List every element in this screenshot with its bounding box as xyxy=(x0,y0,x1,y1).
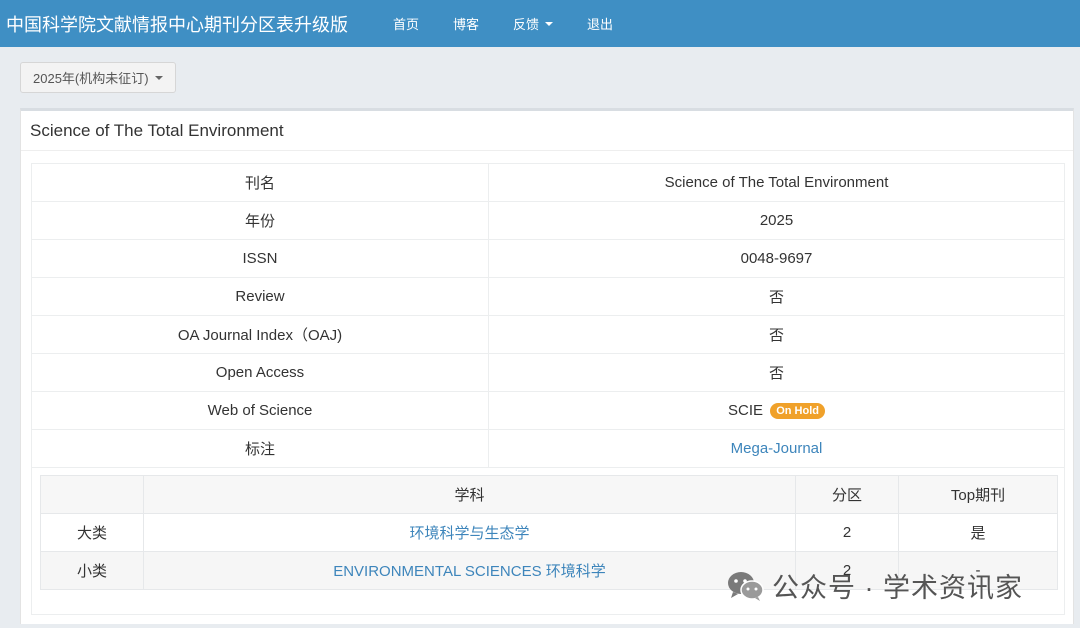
info-value: 否 xyxy=(488,277,1065,316)
nav-blog-label: 博客 xyxy=(453,17,480,32)
nav-logout-label: 退出 xyxy=(587,17,614,32)
info-value-cell: SCIE On Hold xyxy=(488,391,1065,430)
category-row: 大类 环境科学与生态学 2 是 xyxy=(40,513,1058,552)
category-subject-cell: ENVIRONMENTAL SCIENCES 环境科学 xyxy=(143,551,796,590)
info-value: 否 xyxy=(488,353,1065,392)
header-subject: 学科 xyxy=(143,475,796,514)
category-subject-cell: 环境科学与生态学 xyxy=(143,513,796,552)
mega-journal-link[interactable]: Mega-Journal xyxy=(731,440,823,457)
subject-link[interactable]: 环境科学与生态学 xyxy=(409,525,529,542)
year-select-button[interactable]: 2025年(机构未征订) xyxy=(20,62,176,93)
header-top-journal: Top期刊 xyxy=(898,475,1058,514)
journal-info-table: 刊名 Science of The Total Environment 年份 2… xyxy=(31,163,1065,468)
caret-down-icon xyxy=(154,75,163,80)
caret-down-icon xyxy=(545,21,554,26)
header-zone: 分区 xyxy=(795,475,899,514)
info-label: OA Journal Index（OAJ) xyxy=(31,315,489,354)
nav-feedback-label: 反馈 xyxy=(513,17,540,32)
info-row: Review 否 xyxy=(31,277,1065,316)
info-value: 0048-9697 xyxy=(488,239,1065,278)
category-header-row: 学科 分区 Top期刊 xyxy=(40,475,1058,514)
nav-feedback-dropdown[interactable]: 反馈 xyxy=(496,14,570,33)
header-empty xyxy=(40,475,144,514)
info-label: 标注 xyxy=(31,429,489,468)
info-value: Science of The Total Environment xyxy=(488,163,1065,202)
info-label: Open Access xyxy=(31,353,489,392)
watermark-text: 公众号 · 学术资讯家 xyxy=(772,573,1023,603)
category-type: 小类 xyxy=(40,551,144,590)
info-row: Open Access 否 xyxy=(31,353,1065,392)
on-hold-badge: On Hold xyxy=(770,403,825,420)
wos-index-value: SCIE xyxy=(728,401,764,419)
top-navbar: 中国科学院文献情报中心期刊分区表升级版 首页 博客 反馈 退出 xyxy=(0,0,1080,47)
info-label: Review xyxy=(31,277,489,316)
info-row: 年份 2025 xyxy=(31,201,1065,240)
wechat-icon xyxy=(728,571,764,601)
panel-title: Science of The Total Environment xyxy=(21,111,1073,151)
info-label: 刊名 xyxy=(31,163,489,202)
category-type: 大类 xyxy=(40,513,144,552)
info-value-cell: Mega-Journal xyxy=(488,429,1065,468)
nav-logout[interactable]: 退出 xyxy=(570,14,630,33)
category-zone: 2 xyxy=(795,513,899,552)
year-select-label: 2025年(机构未征订) xyxy=(33,71,149,86)
info-row: OA Journal Index（OAJ) 否 xyxy=(31,315,1065,354)
wechat-watermark: 公众号 · 学术资讯家 xyxy=(726,566,1023,605)
info-value: 否 xyxy=(488,315,1065,354)
subject-link[interactable]: ENVIRONMENTAL SCIENCES 环境科学 xyxy=(333,563,606,580)
nav-blog[interactable]: 博客 xyxy=(436,14,496,33)
info-label: 年份 xyxy=(31,201,489,240)
site-brand[interactable]: 中国科学院文献情报中心期刊分区表升级版 xyxy=(0,11,376,37)
category-top: 是 xyxy=(898,513,1058,552)
info-row: ISSN 0048-9697 xyxy=(31,239,1065,278)
info-row: 刊名 Science of The Total Environment xyxy=(31,163,1065,202)
journal-panel: Science of The Total Environment 刊名 Scie… xyxy=(20,108,1074,624)
info-row: Web of Science SCIE On Hold xyxy=(31,391,1065,430)
nav-home[interactable]: 首页 xyxy=(376,14,436,33)
info-label: Web of Science xyxy=(31,391,489,430)
info-label: ISSN xyxy=(31,239,489,278)
info-value: 2025 xyxy=(488,201,1065,240)
nav-home-label: 首页 xyxy=(393,17,420,32)
info-row: 标注 Mega-Journal xyxy=(31,429,1065,468)
